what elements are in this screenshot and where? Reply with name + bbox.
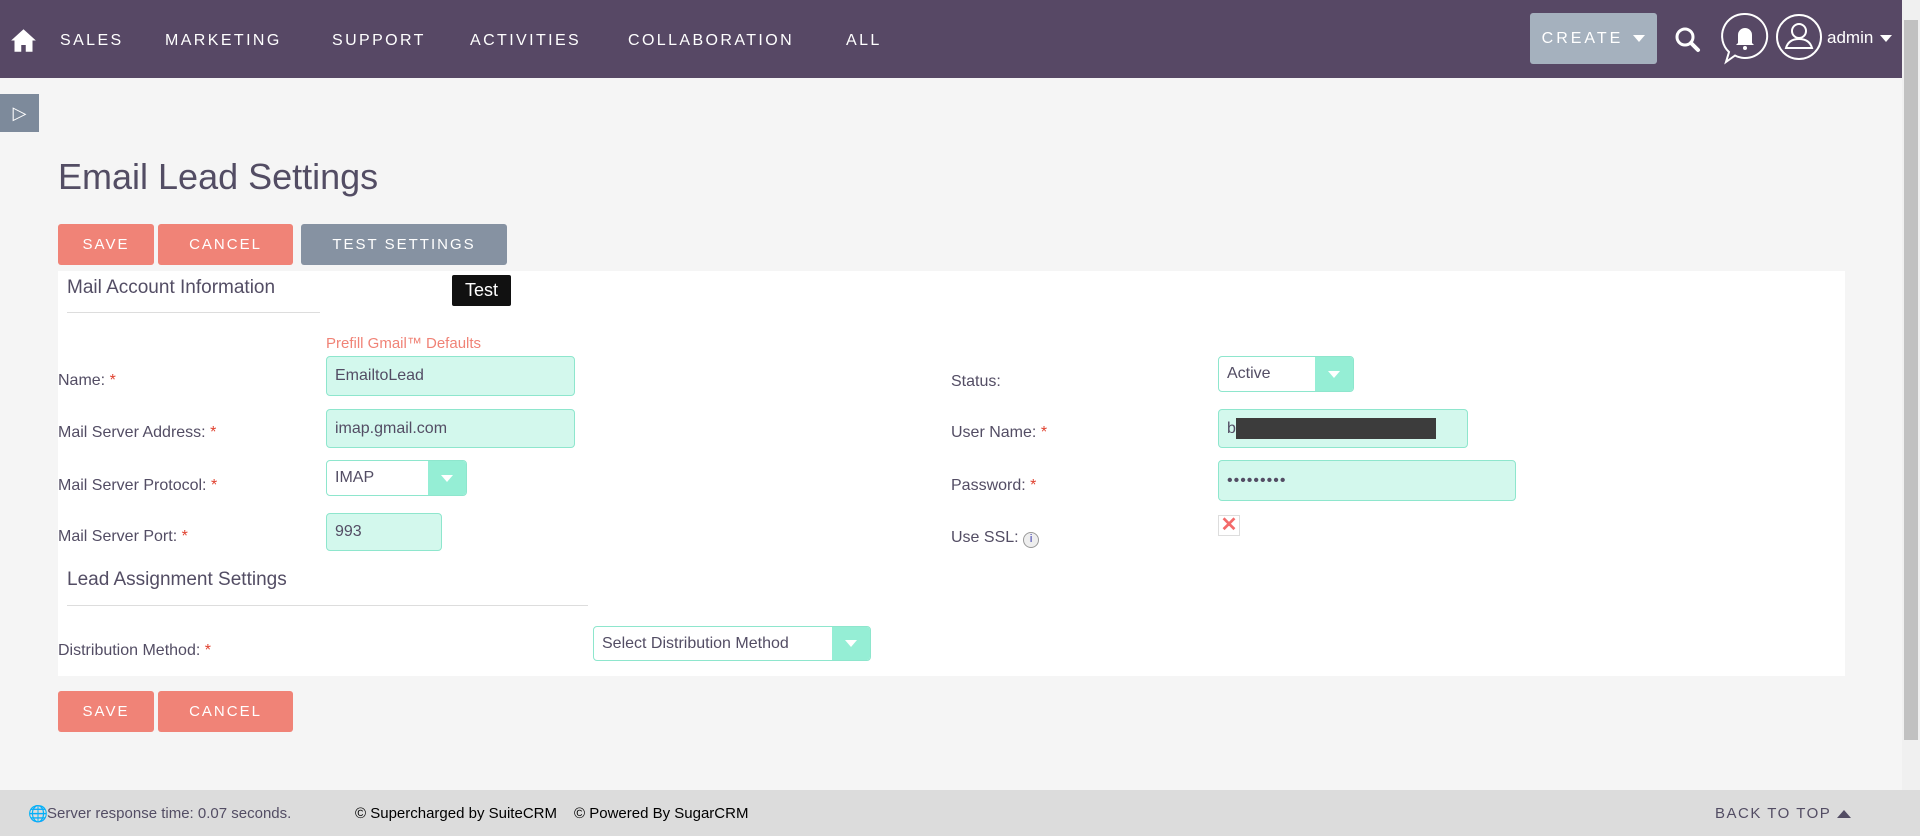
nav-sales[interactable]: SALES: [60, 32, 124, 50]
lead-assignment-section-title: Lead Assignment Settings: [67, 569, 287, 590]
cancel-button-bottom[interactable]: CANCEL: [158, 691, 293, 732]
ssl-label: Use SSL: i: [951, 529, 1040, 548]
chevron-down-icon: [845, 640, 857, 647]
tooltip: Test: [452, 275, 511, 306]
page-title: Email Lead Settings: [58, 156, 379, 197]
back-to-top-link[interactable]: BACK TO TOP: [1715, 805, 1851, 822]
top-nav: SALES MARKETING SUPPORT ACTIVITIES COLLA…: [0, 0, 1902, 78]
sugarcrm-link[interactable]: © Powered By SugarCRM: [574, 805, 748, 822]
footer: 🌐 Server response time: 0.07 seconds. © …: [0, 790, 1920, 836]
server-address-input[interactable]: imap.gmail.com: [326, 409, 575, 448]
ssl-checkbox[interactable]: ✕: [1218, 515, 1240, 536]
distribution-label: Distribution Method: *: [58, 642, 211, 659]
notification-bell-icon[interactable]: [1720, 12, 1770, 66]
chevron-down-icon: [1633, 35, 1646, 42]
chevron-down-icon: [441, 474, 453, 482]
divider: [67, 312, 320, 313]
password-label: Password: *: [951, 477, 1037, 494]
server-response-time: Server response time: 0.07 seconds.: [47, 805, 292, 822]
server-address-label: Mail Server Address: *: [58, 424, 217, 441]
user-avatar-icon[interactable]: [1775, 13, 1823, 61]
sidebar-toggle-button[interactable]: ▷: [0, 94, 39, 132]
play-icon: ▷: [12, 102, 27, 123]
port-input[interactable]: 993: [326, 513, 442, 551]
save-button-bottom[interactable]: SAVE: [58, 691, 154, 732]
divider: [67, 605, 588, 606]
caret-up-icon: [1836, 810, 1851, 818]
username-value: b: [1227, 419, 1236, 437]
nav-support[interactable]: SUPPORT: [332, 32, 426, 50]
distribution-value: Select Distribution Method: [602, 634, 789, 652]
status-select[interactable]: Active: [1218, 356, 1354, 392]
nav-activities[interactable]: ACTIVITIES: [470, 32, 581, 50]
globe-icon: 🌐: [28, 806, 48, 823]
chevron-down-icon: [1328, 370, 1340, 378]
mail-account-section-title: Mail Account Information: [67, 277, 276, 298]
cancel-button[interactable]: CANCEL: [158, 224, 293, 265]
name-input[interactable]: EmailtoLead: [326, 356, 575, 396]
user-menu[interactable]: admin: [1827, 28, 1873, 48]
save-button[interactable]: SAVE: [58, 224, 154, 265]
create-button[interactable]: CREATE: [1530, 13, 1657, 64]
username-label: User Name: *: [951, 424, 1048, 441]
info-icon[interactable]: i: [1023, 532, 1040, 548]
suitecrm-link[interactable]: © Supercharged by SuiteCRM: [355, 805, 557, 822]
scrollbar[interactable]: [1902, 0, 1920, 790]
protocol-value: IMAP: [335, 469, 375, 486]
nav-all[interactable]: ALL: [846, 32, 882, 50]
status-label: Status:: [951, 373, 1001, 390]
redaction: [1235, 418, 1436, 439]
nav-marketing[interactable]: MARKETING: [165, 32, 282, 50]
protocol-label: Mail Server Protocol: *: [58, 477, 218, 494]
protocol-select[interactable]: IMAP: [326, 460, 467, 496]
distribution-select[interactable]: Select Distribution Method: [593, 626, 871, 661]
nav-collaboration[interactable]: COLLABORATION: [628, 32, 794, 50]
password-input[interactable]: •••••••••: [1218, 460, 1516, 501]
prefill-gmail-link[interactable]: Prefill Gmail™ Defaults: [326, 335, 481, 352]
name-label: Name: *: [58, 372, 116, 389]
username-input[interactable]: b: [1218, 409, 1468, 448]
user-menu-chevron-icon[interactable]: [1880, 35, 1892, 42]
port-label: Mail Server Port: *: [58, 528, 188, 545]
create-label: CREATE: [1541, 29, 1624, 47]
test-settings-button[interactable]: TEST SETTINGS: [301, 224, 507, 265]
home-icon[interactable]: [10, 27, 37, 54]
search-icon[interactable]: [1672, 24, 1704, 56]
status-value: Active: [1227, 365, 1271, 382]
